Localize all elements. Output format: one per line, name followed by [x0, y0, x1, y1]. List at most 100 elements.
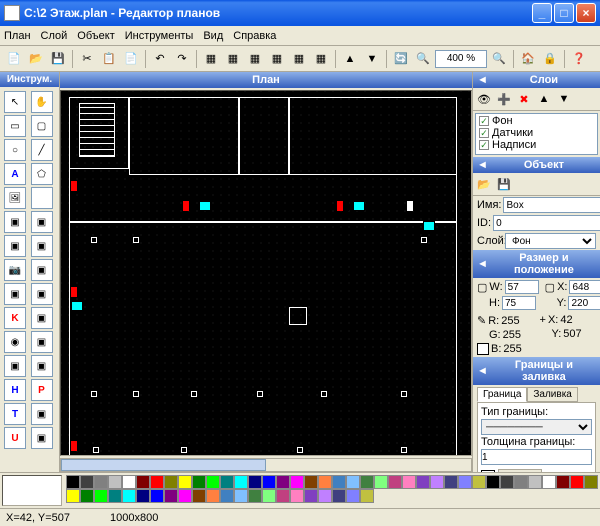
save-icon[interactable]: 💾 — [48, 49, 68, 69]
layer-up-icon[interactable]: ▲ — [535, 90, 553, 108]
h-scrollbar[interactable] — [60, 458, 472, 472]
palette-swatch[interactable] — [192, 475, 206, 489]
palette-swatch[interactable] — [108, 489, 122, 503]
palette-swatch[interactable] — [66, 475, 80, 489]
open-icon[interactable]: 📂 — [26, 49, 46, 69]
palette-swatch[interactable] — [444, 475, 458, 489]
back-icon[interactable]: ▼ — [362, 49, 382, 69]
layer-select[interactable]: Фон — [505, 233, 596, 249]
color-button[interactable]: Цвет... — [498, 469, 542, 472]
palette-swatch[interactable] — [80, 489, 94, 503]
palette-swatch[interactable] — [122, 489, 136, 503]
palette-swatch[interactable] — [262, 475, 276, 489]
palette-swatch[interactable] — [136, 489, 150, 503]
palette-swatch[interactable] — [164, 475, 178, 489]
palette-swatch[interactable] — [570, 475, 584, 489]
palette-swatch[interactable] — [234, 489, 248, 503]
cut-icon[interactable]: ✂ — [77, 49, 97, 69]
palette-swatch[interactable] — [66, 489, 80, 503]
align5-icon[interactable]: ▦ — [289, 49, 309, 69]
palette-swatch[interactable] — [584, 475, 598, 489]
tool-sensor10[interactable]: ▣ — [31, 331, 53, 353]
palette-swatch[interactable] — [500, 475, 514, 489]
eye-icon[interactable]: 👁 — [475, 90, 493, 108]
tool-h[interactable]: H — [4, 379, 26, 401]
palette-swatch[interactable] — [514, 475, 528, 489]
zoom-out-icon[interactable]: 🔍 — [489, 49, 509, 69]
home-icon[interactable]: 🏠 — [518, 49, 538, 69]
obj-open-icon[interactable]: 📂 — [475, 175, 493, 193]
tool-hand[interactable]: ✋ — [31, 91, 53, 113]
add-layer-icon[interactable]: ➕ — [495, 90, 513, 108]
x-input[interactable] — [569, 280, 600, 294]
palette-swatch[interactable] — [164, 489, 178, 503]
palette-swatch[interactable] — [346, 475, 360, 489]
palette-swatch[interactable] — [430, 475, 444, 489]
tool-sensor4[interactable]: ▣ — [31, 235, 53, 257]
help-icon[interactable]: ❓ — [569, 49, 589, 69]
palette-swatch[interactable] — [94, 489, 108, 503]
menu-tools[interactable]: Инструменты — [125, 30, 194, 42]
tool-sensor14[interactable]: ▣ — [31, 427, 53, 449]
remove-layer-icon[interactable]: ✖ — [515, 90, 533, 108]
tab-border[interactable]: Граница — [477, 387, 527, 402]
palette-swatch[interactable] — [304, 489, 318, 503]
tool-text[interactable]: A — [4, 163, 26, 185]
border-type-select[interactable]: ──────── — [481, 419, 592, 435]
palette-swatch[interactable] — [402, 475, 416, 489]
align-icon[interactable]: ▦ — [201, 49, 221, 69]
palette-swatch[interactable] — [94, 475, 108, 489]
name-input[interactable] — [503, 197, 600, 213]
align3-icon[interactable]: ▦ — [245, 49, 265, 69]
y-input[interactable] — [568, 296, 600, 310]
palette-swatch[interactable] — [276, 489, 290, 503]
tool-sensor12[interactable]: ▣ — [31, 355, 53, 377]
tool-sensor5[interactable]: ▣ — [31, 259, 53, 281]
palette-swatch[interactable] — [290, 475, 304, 489]
palette-swatch[interactable] — [276, 475, 290, 489]
palette-swatch[interactable] — [318, 475, 332, 489]
menu-layer[interactable]: Слой — [41, 30, 68, 42]
palette-swatch[interactable] — [416, 475, 430, 489]
tool-sensor8[interactable]: ▣ — [31, 307, 53, 329]
refresh-icon[interactable]: 🔄 — [391, 49, 411, 69]
palette-swatch[interactable] — [150, 489, 164, 503]
palette-swatch[interactable] — [206, 489, 220, 503]
object-header[interactable]: ◄Объект — [473, 157, 600, 173]
maximize-button[interactable]: □ — [554, 3, 574, 23]
palette-swatch[interactable] — [178, 475, 192, 489]
palette-swatch[interactable] — [360, 489, 374, 503]
palette-swatch[interactable] — [472, 475, 486, 489]
palette-swatch[interactable] — [206, 475, 220, 489]
lock-icon[interactable]: 🔒 — [540, 49, 560, 69]
palette-swatch[interactable] — [332, 475, 346, 489]
tool-sensor6[interactable]: ▣ — [4, 283, 26, 305]
tool-ellipse[interactable]: ○ — [4, 139, 26, 161]
palette-swatch[interactable] — [248, 489, 262, 503]
tool-sensor13[interactable]: ▣ — [31, 403, 53, 425]
palette-swatch[interactable] — [290, 489, 304, 503]
tool-camera[interactable]: 📷 — [4, 259, 26, 281]
layer-down-icon[interactable]: ▼ — [555, 90, 573, 108]
palette-swatch[interactable] — [332, 489, 346, 503]
redo-icon[interactable]: ↷ — [172, 49, 192, 69]
h-input[interactable] — [502, 296, 536, 310]
palette-swatch[interactable] — [178, 489, 192, 503]
tool-sensor2[interactable]: ▣ — [31, 211, 53, 233]
border-header[interactable]: ◄Границы и заливка — [473, 357, 600, 385]
palette-swatch[interactable] — [220, 489, 234, 503]
tool-polygon[interactable]: ⬠ — [31, 163, 53, 185]
tool-sensor11[interactable]: ▣ — [4, 355, 26, 377]
palette-swatch[interactable] — [486, 475, 500, 489]
menu-object[interactable]: Объект — [77, 30, 114, 42]
palette-swatch[interactable] — [528, 475, 542, 489]
palette-swatch[interactable] — [262, 489, 276, 503]
tab-fill[interactable]: Заливка — [527, 387, 578, 402]
tool-alarm[interactable]: K — [4, 307, 26, 329]
palette-swatch[interactable] — [108, 475, 122, 489]
tool-sensor1[interactable]: ▣ — [4, 211, 26, 233]
zoom-input[interactable]: 400 % — [435, 50, 487, 68]
close-button[interactable]: × — [576, 3, 596, 23]
tool-rect[interactable]: ▭ — [4, 115, 26, 137]
tool-image[interactable]: 🖼 — [4, 187, 26, 209]
